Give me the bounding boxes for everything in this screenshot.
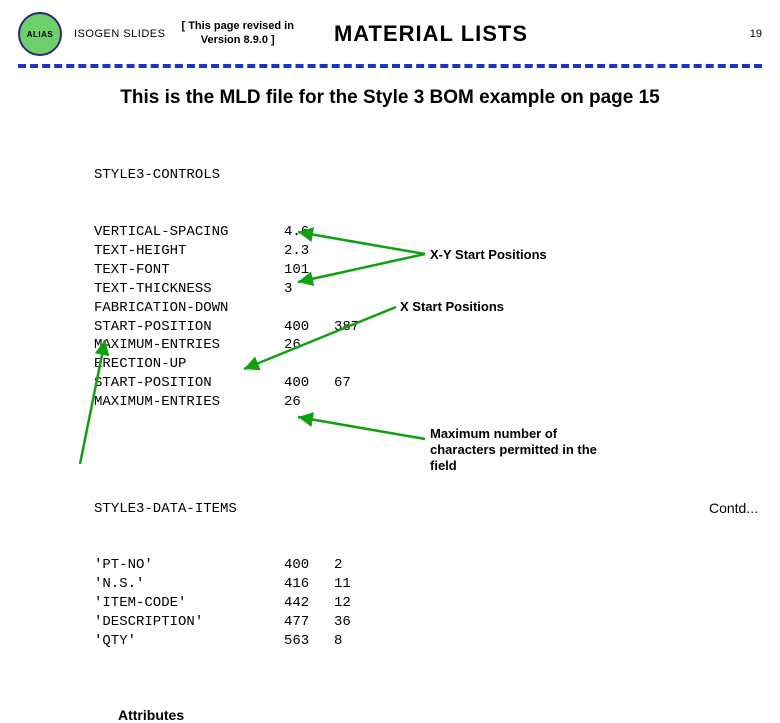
- code-key: 'ITEM-CODE': [94, 594, 284, 613]
- attributes-label: Attributes: [118, 707, 780, 723]
- content-area: STYLE3-CONTROLS VERTICAL-SPACING4.6TEXT-…: [0, 129, 780, 723]
- code-key: 'QTY': [94, 632, 284, 651]
- code-row: TEXT-FONT101: [94, 261, 780, 280]
- code-block-1: STYLE3-CONTROLS VERTICAL-SPACING4.6TEXT-…: [94, 129, 780, 450]
- code-value-1: 477: [284, 613, 334, 632]
- code-key: MAXIMUM-ENTRIES: [94, 393, 284, 412]
- code-key: TEXT-FONT: [94, 261, 284, 280]
- code-key: TEXT-HEIGHT: [94, 242, 284, 261]
- code-value-2: 8: [334, 632, 384, 651]
- code-row: START-POSITION400387: [94, 318, 780, 337]
- code-key: VERTICAL-SPACING: [94, 223, 284, 242]
- code-value-2: 12: [334, 594, 384, 613]
- arrow-x-icon: [236, 299, 401, 379]
- arrow-maxchars-icon: [290, 409, 430, 459]
- code-row: 'ITEM-CODE'44212: [94, 594, 780, 613]
- subheading: This is the MLD file for the Style 3 BOM…: [40, 86, 740, 111]
- alias-logo: ALIAS: [18, 12, 62, 56]
- code-row: 'PT-NO'4002: [94, 556, 780, 575]
- annotation-xy-start: X-Y Start Positions: [430, 247, 547, 263]
- page-number: 19: [750, 28, 762, 40]
- code-block-2: STYLE3-DATA-ITEMS 'PT-NO'4002'N.S.'41611…: [94, 462, 780, 689]
- block1-header: STYLE3-CONTROLS: [94, 166, 284, 185]
- code-value-1: 563: [284, 632, 334, 651]
- code-value-2: 36: [334, 613, 384, 632]
- code-key: 'DESCRIPTION': [94, 613, 284, 632]
- code-row: ERECTION-UP: [94, 355, 780, 374]
- revision-line-2: Version 8.9.0 ]: [201, 34, 275, 46]
- code-value-1: 400: [284, 556, 334, 575]
- code-row: MAXIMUM-ENTRIES26: [94, 336, 780, 355]
- revision-note: [ This page revised in Version 8.9.0 ]: [181, 20, 293, 48]
- revision-line-1: [ This page revised in: [181, 20, 293, 32]
- code-key: TEXT-THICKNESS: [94, 280, 284, 299]
- annotation-x-start: X Start Positions: [400, 299, 504, 315]
- block2-header: STYLE3-DATA-ITEMS: [94, 500, 284, 519]
- arrow-attributes-icon: [40, 334, 120, 469]
- product-name: ISOGEN SLIDES: [74, 28, 165, 40]
- code-value-2: 11: [334, 575, 384, 594]
- arrow-xy-icon: [290, 224, 430, 289]
- code-row: 'QTY'5638: [94, 632, 780, 651]
- code-row: 'N.S.'41611: [94, 575, 780, 594]
- code-value-2: 2: [334, 556, 384, 575]
- page-title: MATERIAL LISTS: [334, 21, 528, 47]
- code-row: 'DESCRIPTION'47736: [94, 613, 780, 632]
- annotation-max-chars: Maximum number of characters permitted i…: [430, 426, 620, 475]
- code-row: TEXT-THICKNESS3: [94, 280, 780, 299]
- logo-text: ALIAS: [27, 30, 54, 39]
- code-row: START-POSITION40067: [94, 374, 780, 393]
- code-row: MAXIMUM-ENTRIES26: [94, 393, 780, 412]
- code-value-1: 416: [284, 575, 334, 594]
- code-value-1: 442: [284, 594, 334, 613]
- code-key: 'N.S.': [94, 575, 284, 594]
- code-row: VERTICAL-SPACING4.6: [94, 223, 780, 242]
- header-divider: [18, 64, 762, 68]
- slide-header: ALIAS ISOGEN SLIDES [ This page revised …: [0, 0, 780, 64]
- code-key: 'PT-NO': [94, 556, 284, 575]
- continued-label: Contd...: [709, 500, 758, 516]
